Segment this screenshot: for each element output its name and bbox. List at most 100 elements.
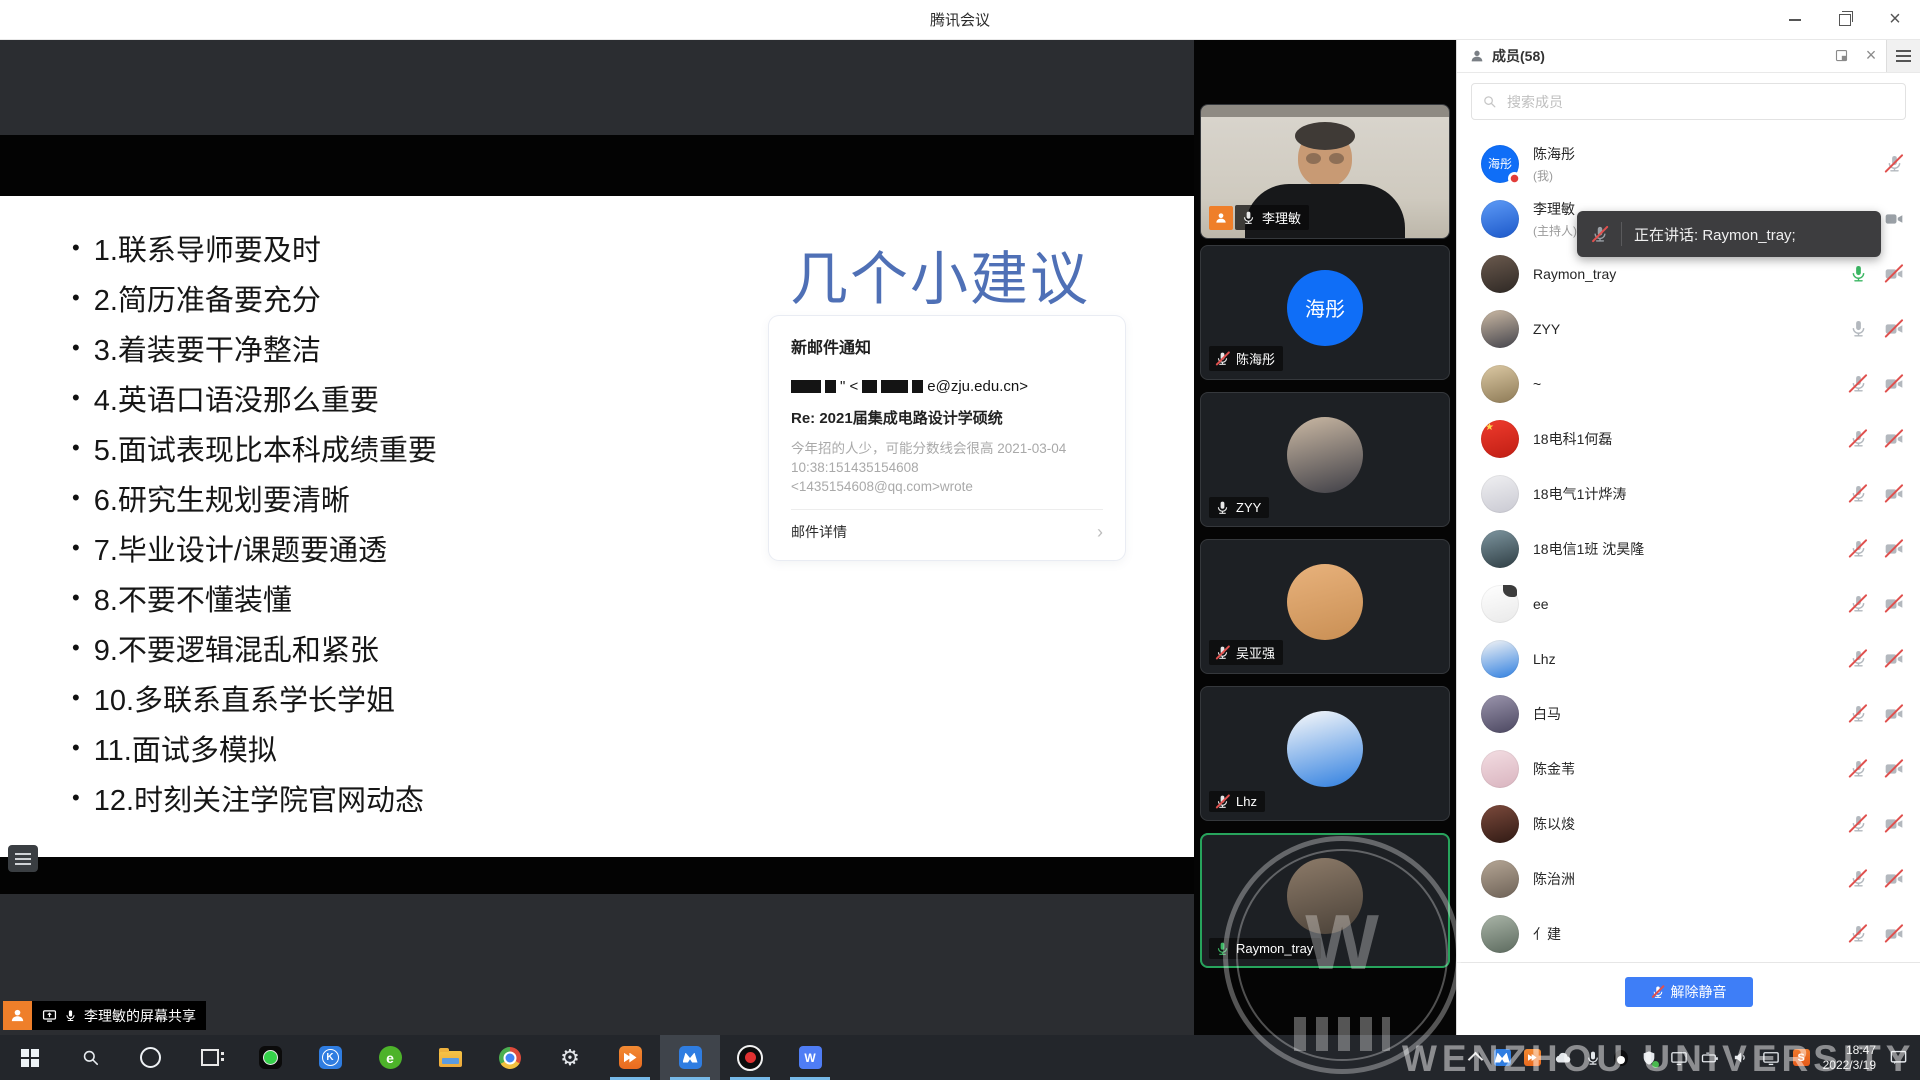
member-mic-button[interactable] bbox=[1848, 869, 1868, 889]
email-sender-domain: e@zju.edu.cn> bbox=[927, 378, 1028, 395]
start-button[interactable] bbox=[0, 1035, 60, 1080]
tray-mic-icon[interactable] bbox=[1585, 1050, 1601, 1066]
video-tile[interactable]: ZYY bbox=[1200, 392, 1450, 527]
member-mic-button[interactable] bbox=[1848, 429, 1868, 449]
restore-button[interactable] bbox=[1820, 0, 1870, 39]
volume-icon[interactable] bbox=[1732, 1049, 1749, 1066]
video-tile[interactable]: Lhz bbox=[1200, 686, 1450, 821]
taskbar-app-k[interactable]: K bbox=[300, 1035, 360, 1080]
video-tile[interactable]: 吴亚强 bbox=[1200, 539, 1450, 674]
taskbar-app-orange[interactable] bbox=[600, 1035, 660, 1080]
tray-meeting-icon[interactable] bbox=[1494, 1049, 1511, 1066]
cortana-button[interactable] bbox=[120, 1035, 180, 1080]
bullet-item: • 3.着装要干净整洁 bbox=[72, 323, 437, 373]
member-camera-button[interactable] bbox=[1884, 869, 1904, 889]
member-row[interactable]: ~ bbox=[1457, 356, 1920, 411]
bullet-text: 2.简历准备要充分 bbox=[94, 277, 321, 319]
member-search-box[interactable] bbox=[1471, 83, 1906, 120]
member-mic-button[interactable] bbox=[1848, 814, 1868, 834]
tray-expand-icon[interactable] bbox=[1467, 1052, 1483, 1068]
task-view-button[interactable] bbox=[180, 1035, 240, 1080]
panel-menu-button[interactable] bbox=[1886, 39, 1920, 72]
chrome-button[interactable] bbox=[480, 1035, 540, 1080]
video-tile[interactable]: 海彤 陈海彤 bbox=[1200, 245, 1450, 380]
member-mic-button[interactable] bbox=[1848, 319, 1868, 339]
email-body-line: 今年招的人少，可能分数线会很高 2021-03-04 bbox=[791, 439, 1103, 458]
taskbar-app-browser360[interactable]: e bbox=[360, 1035, 420, 1080]
tray-monitor-icon[interactable] bbox=[1670, 1049, 1688, 1067]
member-row[interactable]: 18电信1班 沈昊隆 bbox=[1457, 521, 1920, 576]
member-row[interactable]: ee bbox=[1457, 576, 1920, 631]
member-mic-button[interactable] bbox=[1848, 924, 1868, 944]
member-camera-button[interactable] bbox=[1884, 759, 1904, 779]
video-tile[interactable]: 李理敏 bbox=[1200, 104, 1450, 239]
member-mic-button[interactable] bbox=[1848, 594, 1868, 614]
member-camera-button[interactable] bbox=[1884, 264, 1904, 284]
tencent-meeting-button[interactable] bbox=[660, 1035, 720, 1080]
cast-monitor-icon[interactable] bbox=[1762, 1049, 1780, 1067]
member-row[interactable]: 海彤 陈海彤 (我) bbox=[1457, 136, 1920, 191]
email-detail-link[interactable]: 邮件详情 bbox=[791, 522, 847, 542]
tile-participant-name: 陈海彤 bbox=[1236, 349, 1275, 368]
member-info: ee bbox=[1533, 596, 1549, 612]
close-button[interactable]: × bbox=[1870, 0, 1920, 39]
member-camera-button[interactable] bbox=[1884, 319, 1904, 339]
member-mic-button[interactable] bbox=[1848, 484, 1868, 504]
member-row[interactable]: 陈以焌 bbox=[1457, 796, 1920, 851]
member-mic-button[interactable] bbox=[1848, 374, 1868, 394]
member-camera-button[interactable] bbox=[1884, 924, 1904, 944]
minimize-button[interactable] bbox=[1770, 0, 1820, 39]
search-input[interactable] bbox=[1505, 93, 1895, 111]
member-row[interactable]: 亻建 bbox=[1457, 906, 1920, 961]
titlebar: 腾讯会议 × bbox=[0, 0, 1920, 40]
member-mic-button[interactable] bbox=[1848, 759, 1868, 779]
member-row[interactable]: 陈金苇 bbox=[1457, 741, 1920, 796]
unmute-button[interactable]: 解除静音 bbox=[1625, 977, 1753, 1007]
record-icon bbox=[737, 1045, 763, 1071]
member-mic-button[interactable] bbox=[1848, 264, 1868, 284]
member-camera-button[interactable] bbox=[1884, 429, 1904, 449]
member-row[interactable]: 18电科1何磊 bbox=[1457, 411, 1920, 466]
action-center-icon[interactable] bbox=[1889, 1048, 1908, 1067]
member-camera-button[interactable] bbox=[1884, 704, 1904, 724]
close-panel-button[interactable]: × bbox=[1856, 39, 1886, 72]
member-row[interactable]: Lhz bbox=[1457, 631, 1920, 686]
member-row[interactable]: ZYY bbox=[1457, 301, 1920, 356]
battery-icon[interactable] bbox=[1701, 1049, 1719, 1067]
email-sender-mid: " < bbox=[840, 378, 858, 395]
member-camera-button[interactable] bbox=[1884, 484, 1904, 504]
member-camera-button[interactable] bbox=[1884, 594, 1904, 614]
member-name: 白马 bbox=[1533, 704, 1561, 724]
defender-shield-icon[interactable] bbox=[1641, 1050, 1657, 1066]
member-camera-button[interactable] bbox=[1884, 814, 1904, 834]
member-row[interactable]: 陈治洲 bbox=[1457, 851, 1920, 906]
sogou-input-icon[interactable]: S bbox=[1793, 1049, 1810, 1066]
bullet-text: 10.多联系直系学长学姐 bbox=[94, 677, 395, 719]
member-mic-button[interactable] bbox=[1884, 154, 1904, 174]
member-mic-button[interactable] bbox=[1848, 539, 1868, 559]
member-camera-button[interactable] bbox=[1884, 649, 1904, 669]
panel-tools: × bbox=[1826, 39, 1920, 72]
taskbar-clock[interactable]: 18:47 2022/3/19 bbox=[1823, 1043, 1876, 1073]
file-explorer-button[interactable] bbox=[420, 1035, 480, 1080]
member-camera-button[interactable] bbox=[1884, 374, 1904, 394]
settings-button[interactable]: ⚙ bbox=[540, 1035, 600, 1080]
member-row[interactable]: 白马 bbox=[1457, 686, 1920, 741]
member-role: (我) bbox=[1533, 167, 1575, 184]
popout-panel-button[interactable] bbox=[1826, 39, 1856, 72]
member-row[interactable]: 18电气1计烨涛 bbox=[1457, 466, 1920, 521]
member-mic-button[interactable] bbox=[1848, 649, 1868, 669]
onedrive-cloud-icon[interactable] bbox=[1554, 1049, 1572, 1067]
member-mic-button[interactable] bbox=[1848, 704, 1868, 724]
screen-recorder-button[interactable] bbox=[720, 1035, 780, 1080]
taskbar-search-button[interactable] bbox=[60, 1035, 120, 1080]
video-tile[interactable]: Raymon_tray bbox=[1200, 833, 1450, 968]
bullet-text: 7.毕业设计/课题要通透 bbox=[94, 527, 387, 569]
annotation-toolbar-button[interactable] bbox=[8, 845, 38, 872]
word-app-button[interactable]: W bbox=[780, 1035, 840, 1080]
tray-orange-app-icon[interactable] bbox=[1524, 1049, 1541, 1066]
taskbar-app-green-circle[interactable] bbox=[240, 1035, 300, 1080]
member-camera-button[interactable] bbox=[1884, 539, 1904, 559]
qq-penguin-icon[interactable] bbox=[1614, 1050, 1628, 1066]
member-camera-button[interactable] bbox=[1884, 209, 1904, 229]
